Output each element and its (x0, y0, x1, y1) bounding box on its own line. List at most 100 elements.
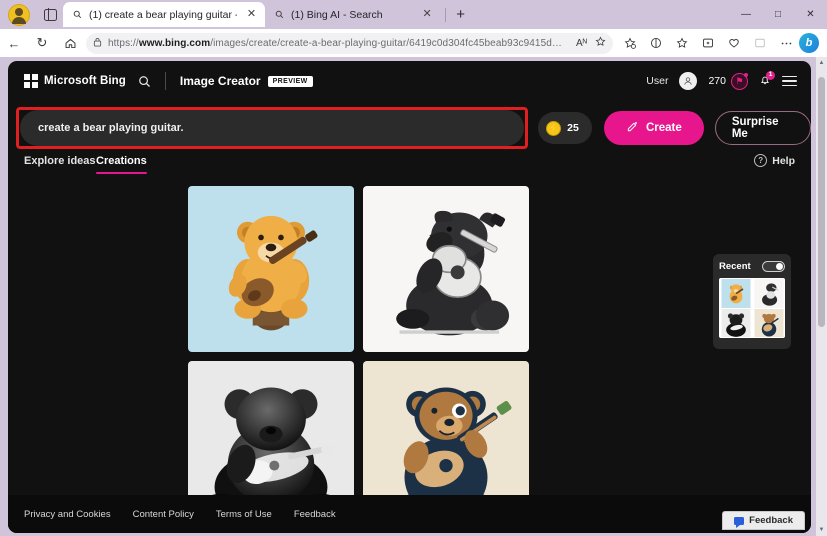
add-to-favorites-icon[interactable] (617, 30, 643, 56)
page-footer: Privacy and Cookies Content Policy Terms… (8, 495, 811, 533)
footer-link-feedback[interactable]: Feedback (294, 509, 336, 520)
scroll-down-icon[interactable]: ▼ (816, 524, 827, 536)
bing-header: Microsoft Bing Image Creator PREVIEW Use… (8, 61, 811, 101)
prompt-input[interactable]: create a bear playing guitar. (20, 110, 524, 146)
search-icon[interactable] (138, 75, 151, 88)
settings-more-icon[interactable] (773, 30, 799, 56)
help-label: Help (772, 155, 795, 167)
collections-icon[interactable] (695, 30, 721, 56)
profile-avatar-icon[interactable] (8, 4, 30, 26)
generated-image-2[interactable] (363, 186, 529, 352)
boost-coin-icon: ⚡ (546, 121, 561, 136)
scrollbar-thumb[interactable] (818, 77, 825, 327)
recent-panel: Recent (713, 254, 791, 349)
tab-close-icon[interactable]: ✕ (245, 9, 258, 20)
tab-actions-icon[interactable] (37, 3, 63, 27)
address-bar[interactable]: https://www.bing.com/images/create/creat… (86, 33, 613, 54)
tab-title: (1) Bing AI - Search (291, 9, 383, 21)
close-button[interactable]: ✕ (794, 0, 827, 29)
scroll-up-icon[interactable]: ▲ (816, 57, 827, 69)
microsoft-logo-icon (24, 74, 38, 88)
page-viewport: Microsoft Bing Image Creator PREVIEW Use… (0, 57, 827, 536)
maximize-button[interactable]: □ (762, 0, 794, 29)
create-label: Create (646, 122, 682, 134)
surprise-me-button[interactable]: Surprise Me (715, 111, 811, 145)
creations-gallery: Created with AI Recent (8, 186, 811, 501)
rewards-trophy-icon: ⚑ (731, 73, 748, 90)
thumb-bear-bw (720, 309, 752, 338)
feedback-widget: Feedback (722, 511, 805, 530)
prompt-highlight-box: create a bear playing guitar. (16, 107, 528, 149)
new-tab-button[interactable]: + (450, 4, 472, 26)
reload-icon[interactable]: ↻ (28, 30, 56, 56)
lock-icon (93, 37, 102, 49)
recent-thumbnail-1[interactable] (720, 279, 752, 308)
window-controls: — □ ✕ (730, 0, 827, 29)
recent-thumbnail-4[interactable] (753, 309, 785, 338)
search-favicon-icon (274, 9, 285, 20)
active-tab-underline (96, 172, 147, 175)
generated-image-1[interactable] (188, 186, 354, 352)
feedback-icon (734, 517, 744, 525)
hamburger-menu-icon[interactable] (782, 76, 797, 87)
user-label: User (646, 75, 668, 87)
tab-explore-ideas[interactable]: Explore ideas (24, 155, 96, 167)
recent-thumbnail-3[interactable] (720, 309, 752, 338)
browser-tab-2[interactable]: (1) Bing AI - Search ✕ (265, 2, 441, 27)
tab-separator (445, 8, 446, 22)
create-icon (626, 120, 639, 136)
recent-toggle[interactable] (762, 261, 785, 272)
recent-label: Recent (719, 261, 751, 272)
feedback-button[interactable]: Feedback (722, 511, 805, 530)
tab-creations-label: Creations (96, 155, 147, 167)
recent-thumbnail-2[interactable] (753, 279, 785, 308)
browser-essentials-icon[interactable] (721, 30, 747, 56)
add-favorite-icon[interactable] (595, 36, 606, 50)
footer-link-privacy[interactable]: Privacy and Cookies (24, 509, 111, 520)
url-text: https://www.bing.com/images/create/creat… (108, 38, 564, 49)
browser-toolbar: ← ↻ https://www.bing.com/images/create/c… (0, 29, 827, 57)
thumb-bear-sketch (753, 279, 785, 308)
tab-title: (1) create a bear playing guitar - (89, 9, 237, 21)
tab-creations[interactable]: Creations (96, 155, 147, 167)
footer-link-terms[interactable]: Terms of Use (216, 509, 272, 520)
favorites-icon[interactable] (669, 30, 695, 56)
tab-close-icon[interactable]: ✕ (421, 9, 434, 20)
page-scrollbar[interactable]: ▲ ▼ (816, 57, 827, 536)
header-right-group: User 270 ⚑ 1 (646, 61, 797, 101)
back-icon[interactable]: ← (0, 30, 28, 56)
brand-text: Microsoft Bing (44, 75, 126, 87)
avatar[interactable] (679, 72, 697, 90)
recent-thumbnail-grid (719, 278, 785, 338)
read-aloud-icon[interactable]: Aᴺ (576, 38, 587, 49)
minimize-button[interactable]: — (730, 0, 762, 29)
toggle-knob (776, 263, 783, 270)
rewards-counter[interactable]: 270 ⚑ (708, 73, 748, 90)
image-creator-app: Microsoft Bing Image Creator PREVIEW Use… (8, 61, 811, 533)
browser-tab-1[interactable]: (1) create a bear playing guitar - ✕ (63, 2, 265, 27)
boost-counter[interactable]: ⚡ 25 (538, 112, 592, 144)
recent-header: Recent (719, 261, 785, 272)
prompt-row: create a bear playing guitar. ⚡ 25 Creat… (8, 105, 811, 151)
notification-badge: 1 (766, 71, 775, 80)
browser-window: (1) create a bear playing guitar - ✕ (1)… (0, 0, 827, 536)
feedback-label: Feedback (749, 515, 793, 526)
thumb-bear-blue (720, 279, 752, 308)
tab-strip: (1) create a bear playing guitar - ✕ (1)… (0, 0, 827, 29)
content-tabs: Explore ideas Creations ? Help (8, 155, 811, 183)
copilot-icon[interactable]: b (799, 33, 819, 53)
split-screen-icon[interactable] (643, 30, 669, 56)
bing-logo[interactable]: Microsoft Bing (24, 74, 126, 88)
toolbar-icon-group: b (617, 30, 827, 56)
preview-badge: PREVIEW (268, 76, 313, 87)
games-icon[interactable] (747, 30, 773, 56)
search-favicon-icon (72, 9, 83, 20)
create-button[interactable]: Create (604, 111, 704, 145)
notifications-bell-icon[interactable]: 1 (759, 74, 771, 89)
prompt-value: create a bear playing guitar. (38, 122, 184, 134)
help-button[interactable]: ? Help (754, 154, 795, 167)
rewards-points: 270 (708, 75, 726, 87)
footer-link-content-policy[interactable]: Content Policy (133, 509, 194, 520)
home-icon[interactable] (56, 30, 84, 56)
bear-guitar-cartoon-blue (188, 186, 354, 352)
